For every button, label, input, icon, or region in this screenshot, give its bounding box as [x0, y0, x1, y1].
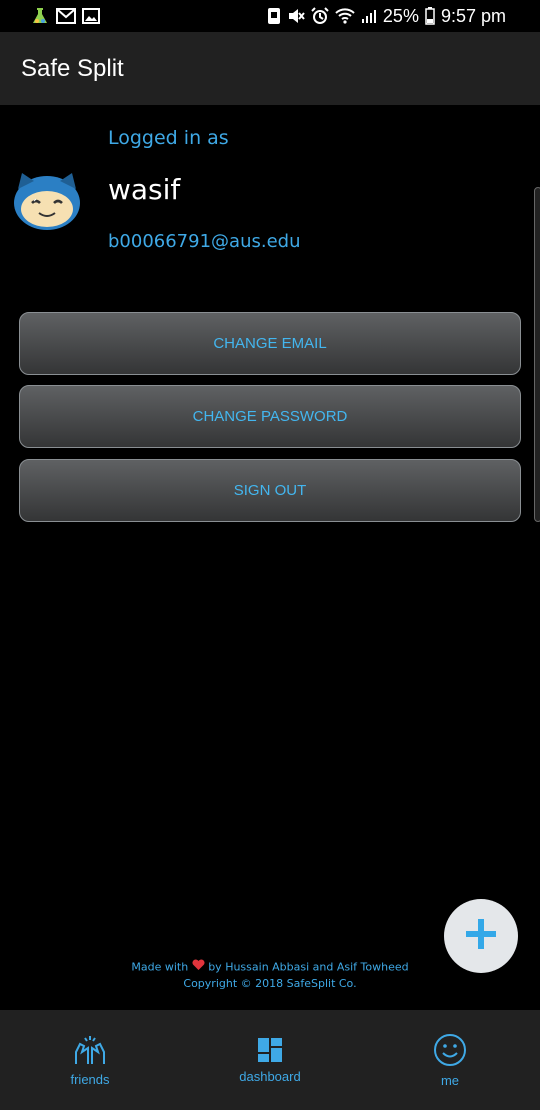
dashboard-icon: [257, 1037, 283, 1063]
plus-icon: [464, 917, 498, 955]
nfc-icon: [267, 7, 281, 25]
signal-icon: [361, 8, 377, 24]
battery-icon: [425, 7, 435, 25]
smiley-icon: [433, 1033, 467, 1067]
nav-item-friends[interactable]: friends: [0, 1010, 180, 1110]
nav-label-friends: friends: [70, 1071, 110, 1087]
footer-copyright: Copyright © 2018 SafeSplit Co.: [183, 977, 357, 990]
app-notification-icon: [30, 6, 50, 26]
avatar: [12, 169, 82, 231]
profile-screen[interactable]: Logged in as wasif b00066791@aus.edu CHA…: [0, 105, 540, 1010]
wifi-icon: [335, 7, 355, 25]
change-password-button[interactable]: CHANGE PASSWORD: [19, 385, 521, 448]
status-right: 25% 9:57 pm: [267, 6, 506, 27]
nav-label-dashboard: dashboard: [239, 1068, 301, 1084]
status-time: 9:57 pm: [440, 5, 506, 26]
nav-item-me[interactable]: me: [360, 1010, 540, 1110]
gallery-icon: [82, 8, 100, 24]
heart-icon: [192, 959, 205, 976]
battery-percent: 25%: [382, 5, 419, 26]
gmail-icon: [56, 8, 76, 24]
app-bar: Safe Split: [0, 32, 540, 105]
footer-authors: by Hussain Abbasi and Asif Towheed: [208, 960, 409, 974]
user-email: b00066791@aus.edu: [108, 231, 301, 252]
bottom-navigation: friends dashboard me: [0, 1010, 540, 1110]
nav-item-dashboard[interactable]: dashboard: [180, 1010, 360, 1110]
footer: Made with by Hussain Abbasi and Asif Tow…: [0, 959, 540, 992]
sign-out-button[interactable]: SIGN OUT: [19, 459, 521, 522]
change-email-button[interactable]: CHANGE EMAIL: [19, 312, 521, 375]
high-five-icon: [72, 1034, 108, 1066]
status-left: [30, 6, 100, 26]
footer-made-with: Made with: [131, 960, 189, 974]
status-bar: 25% 9:57 pm: [0, 0, 540, 32]
app-title: Safe Split: [21, 54, 124, 82]
alarm-icon: [311, 7, 329, 25]
username: wasif: [108, 173, 181, 206]
mute-icon: [287, 7, 305, 25]
footer-credits: Made with by Hussain Abbasi and Asif Tow…: [0, 959, 540, 976]
scrollbar[interactable]: [534, 187, 540, 522]
nav-label-me: me: [440, 1072, 460, 1088]
logged-in-label: Logged in as: [108, 127, 229, 149]
